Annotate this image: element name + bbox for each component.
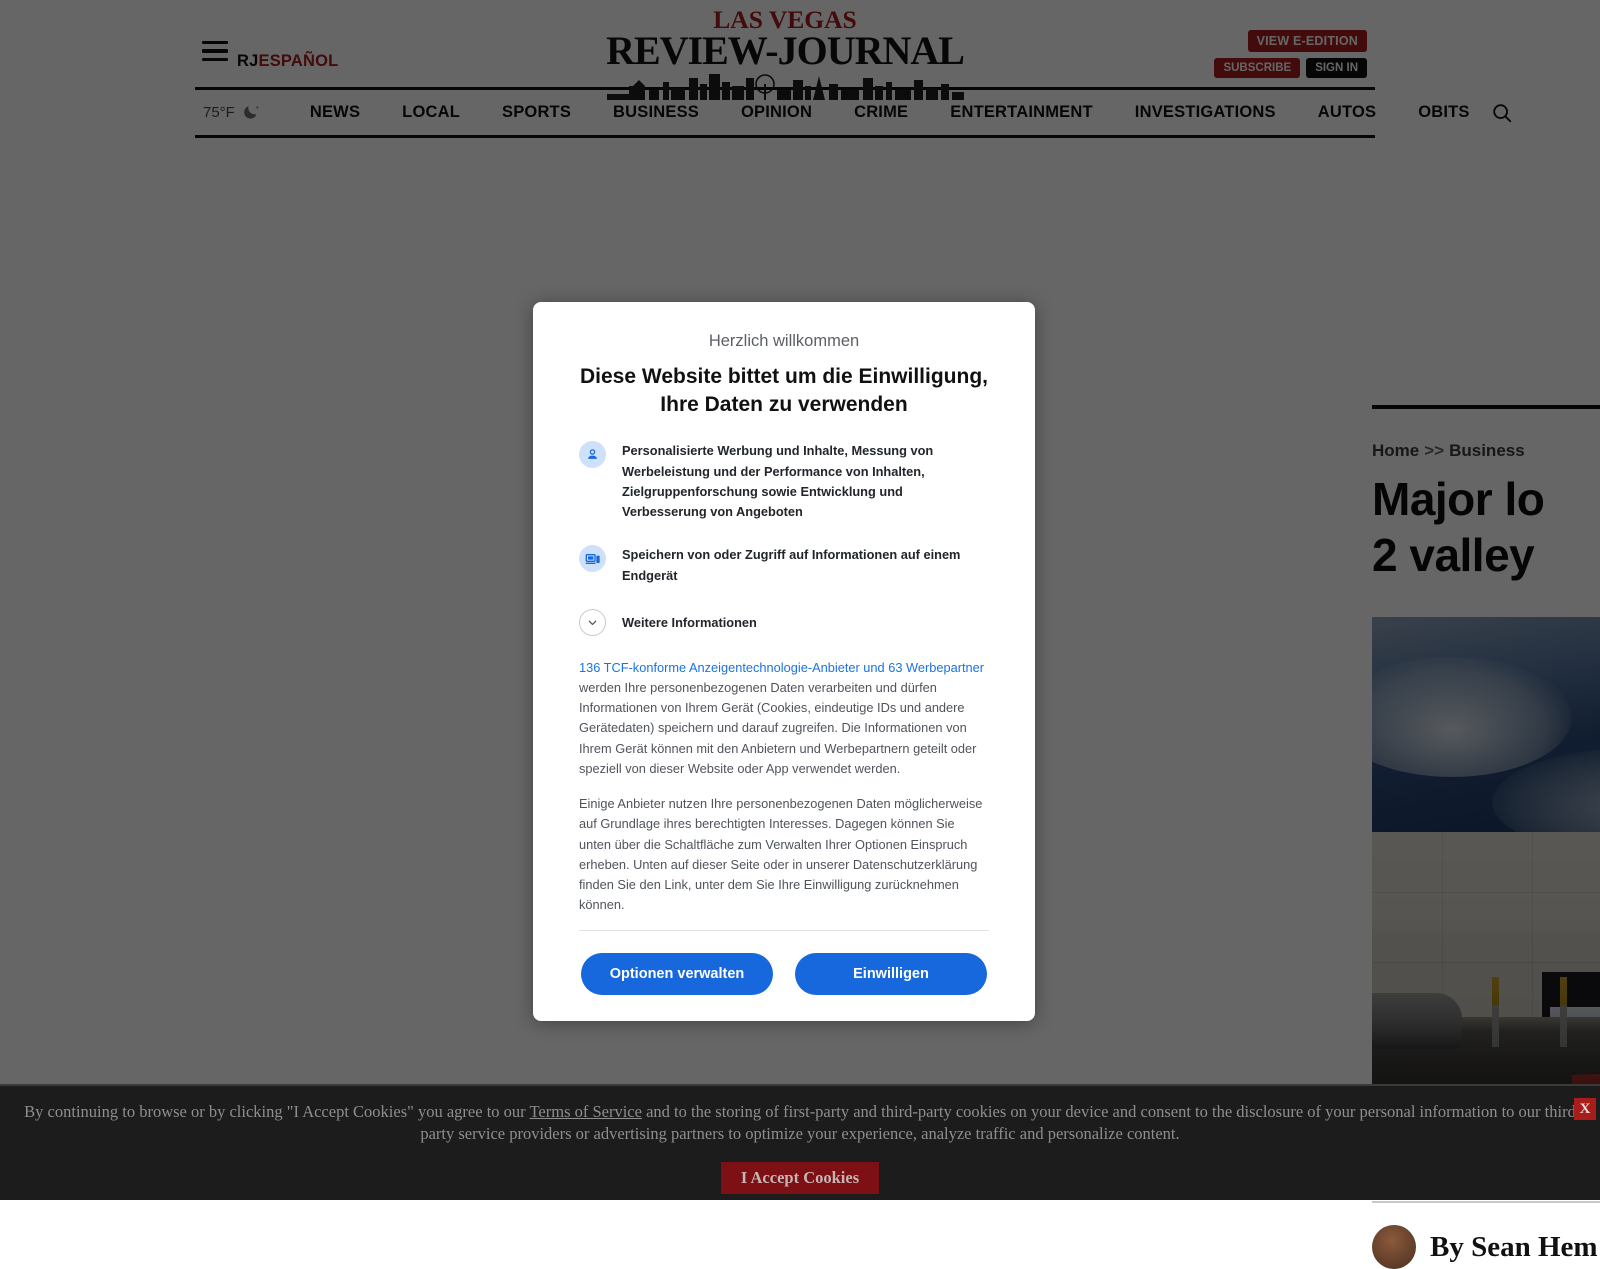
consent-device-row: Speichern von oder Zugriff auf Informati…	[579, 544, 989, 585]
consent-more-info-label: Weitere Informationen	[622, 608, 757, 633]
consent-title: Diese Website bittet um die Einwilligung…	[533, 351, 1035, 418]
accept-cookies-button[interactable]: I Accept Cookies	[721, 1162, 879, 1194]
consent-body: Personalisierte Werbung und Inhalte, Mes…	[533, 418, 1035, 931]
manage-options-button[interactable]: Optionen verwalten	[581, 953, 773, 995]
byline-author-name[interactable]: By Sean Hem	[1430, 1231, 1598, 1264]
consent-actions: Optionen verwalten Einwilligen	[533, 931, 1035, 1021]
consent-purpose-text: Personalisierte Werbung und Inhalte, Mes…	[622, 440, 989, 522]
consent-paragraph-legitimate-interest: Einige Anbieter nutzen Ihre personenbezo…	[579, 794, 989, 915]
device-icon	[579, 545, 606, 572]
person-icon	[579, 441, 606, 468]
cookie-text-before-link: By continuing to browse or by clicking "…	[24, 1102, 529, 1121]
consent-accept-button[interactable]: Einwilligen	[795, 953, 987, 995]
consent-dialog: Herzlich willkommen Diese Website bittet…	[533, 302, 1035, 1021]
vendor-count-link[interactable]: 136 TCF-konforme Anzeigentechnologie-Anb…	[579, 660, 984, 675]
article-byline: By Sean Hem	[1372, 1225, 1600, 1269]
consent-paragraph-vendors: 136 TCF-konforme Anzeigentechnologie-Anb…	[579, 658, 989, 779]
terms-of-service-link[interactable]: Terms of Service	[529, 1102, 641, 1121]
consent-more-info-row[interactable]: Weitere Informationen	[579, 608, 989, 636]
cookie-consent-bar: By continuing to browse or by clicking "…	[0, 1084, 1600, 1200]
article-divider	[1372, 1201, 1600, 1203]
avatar	[1372, 1225, 1416, 1269]
consent-device-text: Speichern von oder Zugriff auf Informati…	[622, 544, 989, 585]
chevron-down-icon[interactable]	[579, 609, 606, 636]
consent-welcome-text: Herzlich willkommen	[533, 324, 1035, 351]
consent-paragraph-vendors-rest: werden Ihre personenbezogenen Daten vera…	[579, 680, 976, 776]
cookie-bar-text: By continuing to browse or by clicking "…	[0, 1101, 1600, 1146]
consent-purpose-row: Personalisierte Werbung und Inhalte, Mes…	[579, 440, 989, 522]
close-icon[interactable]: X	[1574, 1098, 1596, 1120]
